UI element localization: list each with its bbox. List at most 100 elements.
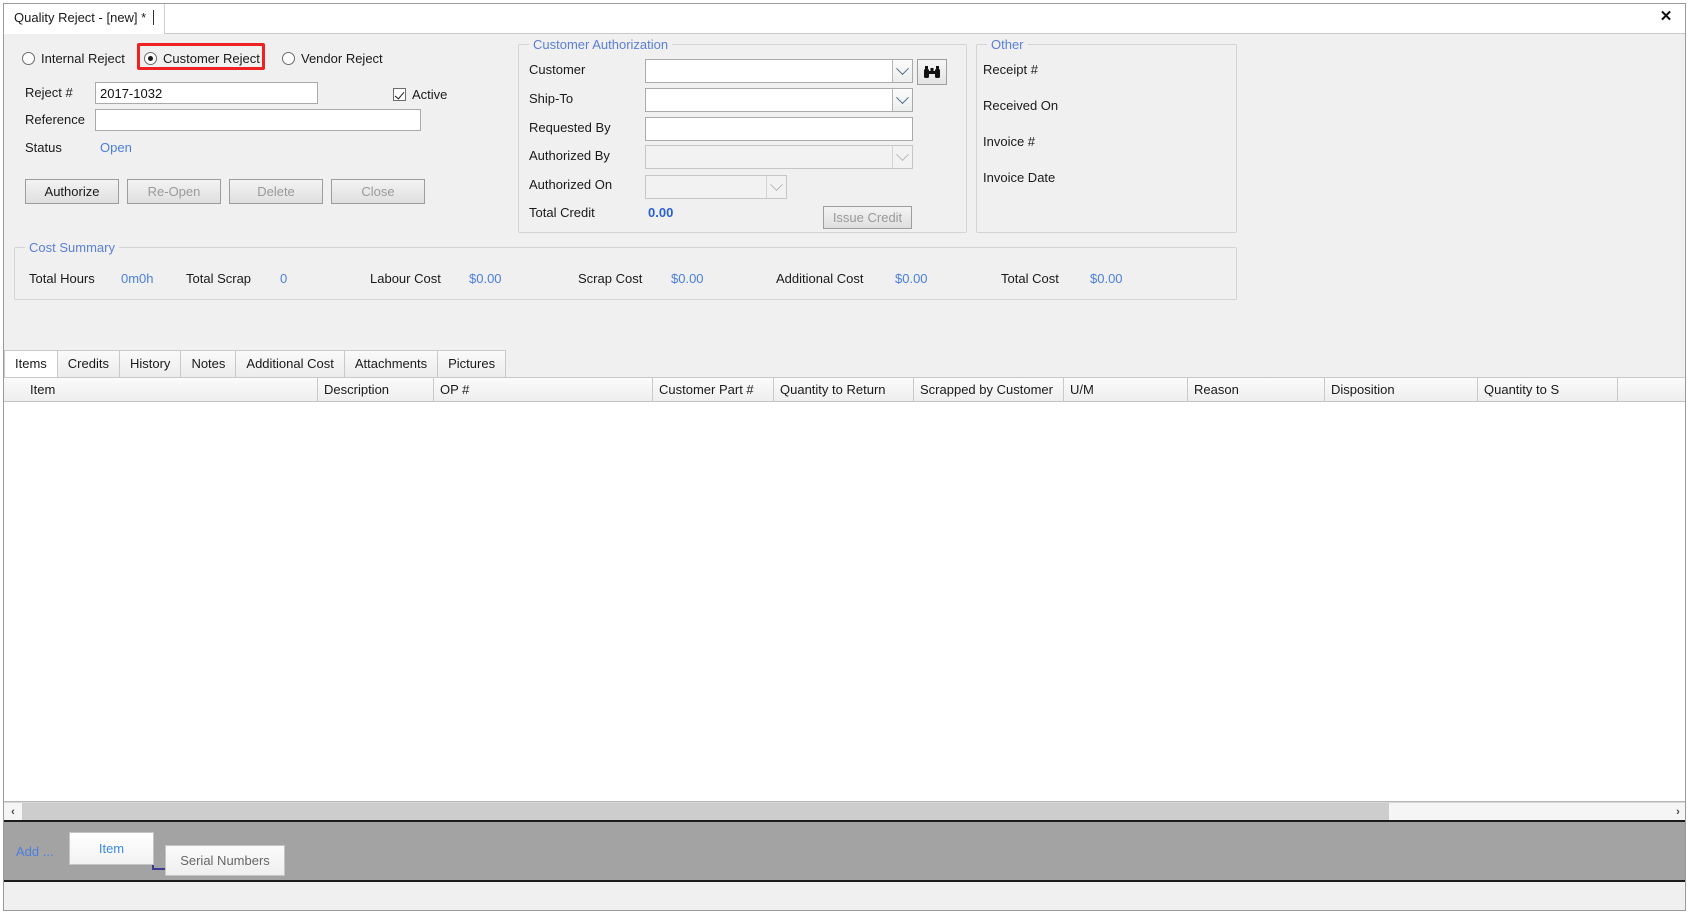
add-label: Add ... [16, 844, 54, 859]
scroll-right-icon[interactable]: › [1669, 803, 1685, 821]
column-header-disposition[interactable]: Disposition [1325, 378, 1478, 402]
labour-cost-value: $0.00 [469, 271, 502, 286]
radio-customer-reject-dot [144, 52, 157, 65]
authorized-by-label: Authorized By [529, 148, 610, 163]
authorized-on-combo-button[interactable] [766, 176, 786, 198]
reference-label: Reference [25, 112, 85, 127]
radio-customer-reject[interactable]: Customer Reject [144, 51, 260, 66]
radio-internal-reject[interactable]: Internal Reject [22, 51, 125, 66]
total-scrap-label: Total Scrap [186, 271, 252, 286]
total-credit-label: Total Credit [529, 205, 595, 220]
authorized-on-combo[interactable] [645, 175, 787, 199]
items-grid-body[interactable] [4, 402, 1685, 801]
document-tab-label: Quality Reject - [new] * [14, 10, 147, 25]
items-grid-header: Item Description OP # Customer Part # Quanti… [4, 378, 1685, 402]
add-item-button[interactable]: Item [69, 832, 154, 865]
chevron-down-icon [770, 177, 783, 191]
radio-customer-reject-label: Customer Reject [163, 51, 260, 66]
text-caret [153, 10, 155, 25]
total-hours-value: 0m0h [121, 271, 154, 286]
tab-notes[interactable]: Notes [180, 350, 237, 377]
invoice-date-label: Invoice Date [983, 170, 1056, 185]
chevron-down-icon [896, 61, 909, 75]
active-checkbox-box [393, 88, 406, 101]
tab-pictures[interactable]: Pictures [437, 350, 507, 377]
total-credit-value: 0.00 [648, 205, 674, 220]
tab-items[interactable]: Items [4, 350, 58, 377]
close-button[interactable]: Close [331, 179, 425, 204]
window-bottom-strip [4, 884, 1685, 910]
total-hours-label: Total Hours [29, 271, 95, 286]
column-header-op-number[interactable]: OP # [434, 378, 653, 402]
connector-elbow [152, 858, 166, 870]
document-tab[interactable]: Quality Reject - [new] * [4, 4, 166, 34]
radio-internal-reject-dot [22, 52, 35, 65]
cost-summary-title: Cost Summary [25, 240, 119, 255]
binoculars-icon [924, 65, 940, 78]
authorized-on-label: Authorized On [529, 177, 613, 192]
received-on-label: Received On [983, 98, 1059, 113]
window-titlebar: Quality Reject - [new] * ✕ [4, 4, 1685, 34]
total-cost-label: Total Cost [1001, 271, 1059, 286]
issue-credit-button[interactable]: Issue Credit [823, 206, 912, 229]
chevron-down-icon [896, 90, 909, 104]
column-header-customer-part-number[interactable]: Customer Part # [653, 378, 774, 402]
invoice-number-label: Invoice # [983, 134, 1036, 149]
items-grid: Item Description OP # Customer Part # Quanti… [4, 377, 1685, 802]
active-checkbox[interactable]: Active [393, 87, 447, 102]
column-header-um[interactable]: U/M [1064, 378, 1188, 402]
column-header-quantity-to-scrap[interactable]: Quantity to S [1478, 378, 1618, 402]
tab-attachments[interactable]: Attachments [343, 350, 439, 377]
customer-combo[interactable] [645, 59, 913, 83]
radio-vendor-reject[interactable]: Vendor Reject [282, 51, 383, 66]
grid-horizontal-scrollbar[interactable]: ‹ › [4, 802, 1685, 821]
scrollbar-track[interactable] [22, 803, 1669, 821]
close-icon[interactable]: ✕ [1655, 6, 1677, 28]
add-serial-numbers-button[interactable]: Serial Numbers [165, 845, 285, 876]
authorized-by-combo[interactable] [645, 145, 913, 169]
total-scrap-value: 0 [280, 271, 288, 286]
quality-reject-window: Quality Reject - [new] * ✕ Internal Reje… [3, 3, 1686, 911]
customer-authorization-title: Customer Authorization [529, 37, 673, 52]
authorize-button[interactable]: Authorize [25, 179, 119, 204]
total-cost-value: $0.00 [1090, 271, 1123, 286]
radio-internal-reject-label: Internal Reject [41, 51, 125, 66]
requested-by-input[interactable] [645, 117, 913, 141]
delete-button[interactable]: Delete [229, 179, 323, 204]
radio-vendor-reject-dot [282, 52, 295, 65]
column-header-reason[interactable]: Reason [1188, 378, 1325, 402]
bottom-action-bar: Add ... Item Serial Numbers [4, 820, 1685, 882]
column-header-scrapped-by-customer[interactable]: Scrapped by Customer [914, 378, 1064, 402]
active-checkbox-label: Active [412, 87, 448, 102]
status-label: Status [25, 140, 62, 155]
re-open-button[interactable]: Re-Open [127, 179, 221, 204]
requested-by-label: Requested By [529, 120, 611, 135]
tab-history[interactable]: History [118, 350, 182, 377]
scrap-cost-label: Scrap Cost [578, 271, 643, 286]
detail-tabstrip: Items Credits History Notes Additional C… [4, 350, 1685, 377]
scroll-left-icon[interactable]: ‹ [4, 803, 22, 821]
column-header-quantity-to-return[interactable]: Quantity to Return [774, 378, 914, 402]
authorized-by-combo-button[interactable] [892, 146, 912, 168]
scrollbar-thumb[interactable] [22, 803, 1389, 821]
labour-cost-label: Labour Cost [370, 271, 441, 286]
radio-vendor-reject-label: Vendor Reject [301, 51, 383, 66]
customer-combo-button[interactable] [892, 60, 912, 82]
reference-input[interactable] [95, 109, 421, 131]
tab-credits[interactable]: Credits [56, 350, 120, 377]
status-value: Open [100, 140, 132, 155]
column-header-description[interactable]: Description [318, 378, 434, 402]
chevron-down-icon [896, 147, 909, 161]
customer-search-button[interactable] [917, 59, 947, 85]
ship-to-combo[interactable] [645, 88, 913, 112]
reject-number-input[interactable] [95, 82, 318, 104]
additional-cost-label: Additional Cost [776, 271, 864, 286]
tab-additional-cost[interactable]: Additional Cost [235, 350, 345, 377]
other-title: Other [987, 37, 1028, 52]
scrap-cost-value: $0.00 [671, 271, 704, 286]
column-header-item[interactable]: Item [4, 378, 318, 402]
ship-to-combo-button[interactable] [892, 89, 912, 111]
receipt-number-label: Receipt # [983, 62, 1038, 77]
ship-to-label: Ship-To [529, 91, 574, 106]
additional-cost-value: $0.00 [895, 271, 928, 286]
